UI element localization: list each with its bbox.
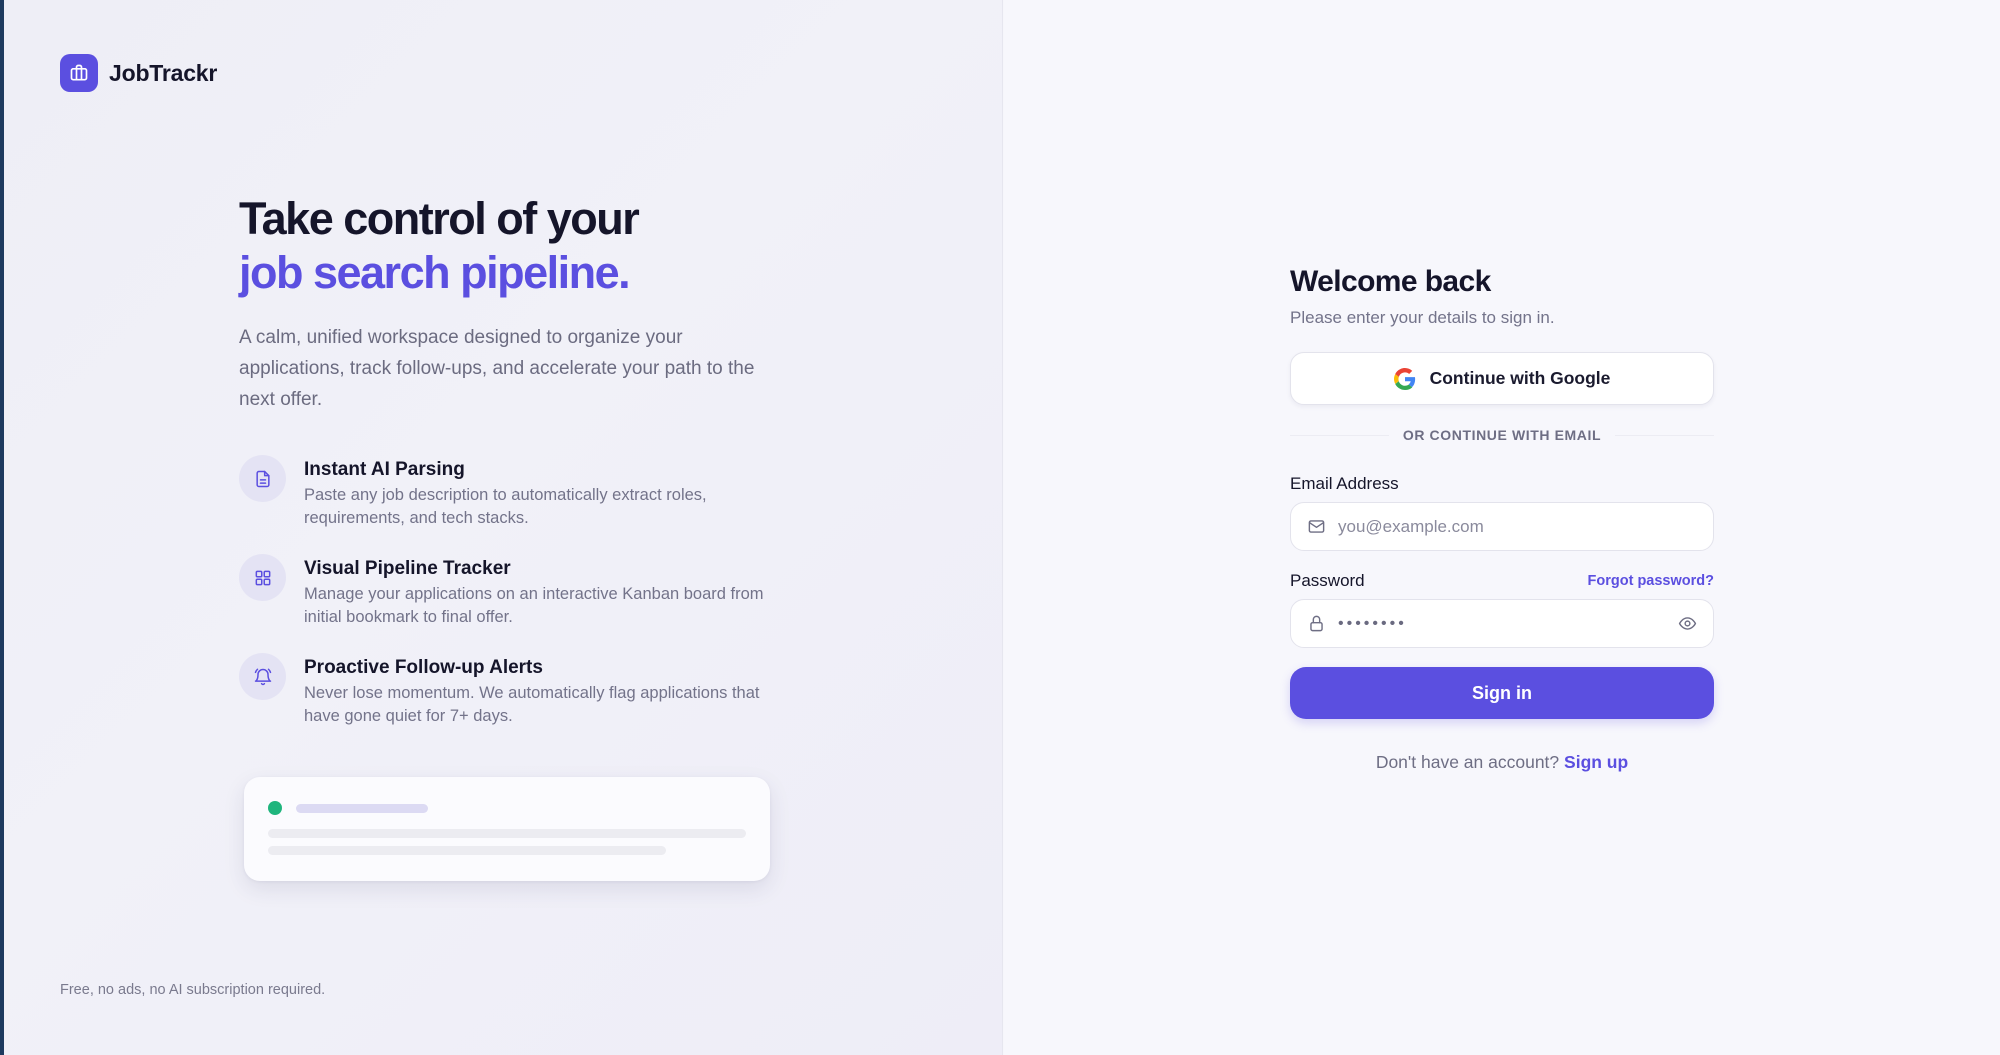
skeleton-line bbox=[268, 829, 746, 838]
hero-title-line1: Take control of your bbox=[239, 193, 640, 244]
pipeline-preview-card bbox=[244, 777, 770, 881]
feature-description: Never lose momentum. We automatically fl… bbox=[304, 684, 760, 725]
auth-panel: Welcome back Please enter your details t… bbox=[1004, 0, 2000, 1055]
footnote: Free, no ads, no AI subscription require… bbox=[60, 982, 326, 998]
briefcase-icon bbox=[60, 54, 98, 92]
feature-description: Manage your applications on an interacti… bbox=[304, 585, 764, 626]
divider: OR CONTINUE WITH EMAIL bbox=[1290, 427, 1715, 443]
grid-icon bbox=[239, 554, 286, 601]
bell-icon bbox=[239, 653, 286, 700]
eye-icon[interactable] bbox=[1678, 614, 1697, 633]
forgot-password-link[interactable]: Forgot password? bbox=[1588, 573, 1714, 589]
feature-item: Proactive Follow-up Alerts Never lose mo… bbox=[239, 653, 799, 752]
document-icon bbox=[239, 455, 286, 502]
lock-icon bbox=[1307, 614, 1326, 633]
form-title: Welcome back bbox=[1290, 265, 1491, 298]
divider-line bbox=[1615, 434, 1715, 436]
signup-prompt: Don't have an account? bbox=[1375, 752, 1560, 772]
hero-description: A calm, unified workspace designed to or… bbox=[239, 327, 755, 410]
password-field-wrapper[interactable]: •••••••• bbox=[1290, 599, 1714, 648]
feature-title: Proactive Follow-up Alerts bbox=[304, 657, 543, 678]
sign-in-form: Welcome back Please enter your details t… bbox=[1290, 262, 1715, 773]
password-label-row: Password Forgot password? bbox=[1290, 571, 1714, 591]
mail-icon bbox=[1307, 517, 1326, 536]
feature-title: Visual Pipeline Tracker bbox=[304, 558, 511, 579]
password-label: Password bbox=[1290, 571, 1365, 590]
email-label-row: Email Address bbox=[1290, 474, 1714, 494]
feature-title: Instant AI Parsing bbox=[304, 459, 465, 480]
google-button-label: Continue with Google bbox=[1429, 368, 1611, 388]
skeleton-title-bar bbox=[296, 804, 428, 813]
skeleton-line bbox=[268, 846, 666, 855]
sign-up-link[interactable]: Sign up bbox=[1564, 752, 1628, 772]
marketing-panel: JobTrackr Take control of your job searc… bbox=[4, 0, 1003, 1055]
google-icon bbox=[1393, 367, 1416, 390]
email-label: Email Address bbox=[1290, 474, 1399, 493]
feature-description: Paste any job description to automatical… bbox=[304, 486, 707, 527]
status-dot bbox=[268, 801, 282, 815]
divider-line bbox=[1290, 434, 1389, 436]
sign-in-button[interactable]: Sign in bbox=[1290, 667, 1714, 719]
google-sign-in-button[interactable]: Continue with Google bbox=[1290, 352, 1714, 405]
signup-row: Don't have an account? Sign up bbox=[1290, 752, 1714, 773]
brand[interactable]: JobTrackr bbox=[60, 54, 217, 92]
email-input[interactable] bbox=[1338, 516, 1697, 537]
form-subtitle: Please enter your details to sign in. bbox=[1290, 308, 1555, 327]
email-field-wrapper[interactable] bbox=[1290, 502, 1714, 551]
feature-item: Instant AI Parsing Paste any job descrip… bbox=[239, 455, 799, 554]
brand-name: JobTrackr bbox=[109, 59, 218, 86]
feature-item: Visual Pipeline Tracker Manage your appl… bbox=[239, 554, 799, 653]
feature-list: Instant AI Parsing Paste any job descrip… bbox=[239, 455, 799, 752]
hero-title-line2: job search pipeline. bbox=[239, 247, 631, 298]
divider-text: OR CONTINUE WITH EMAIL bbox=[1402, 427, 1602, 443]
password-input[interactable]: •••••••• bbox=[1338, 615, 1666, 633]
hero: Take control of your job search pipeline… bbox=[239, 192, 799, 415]
